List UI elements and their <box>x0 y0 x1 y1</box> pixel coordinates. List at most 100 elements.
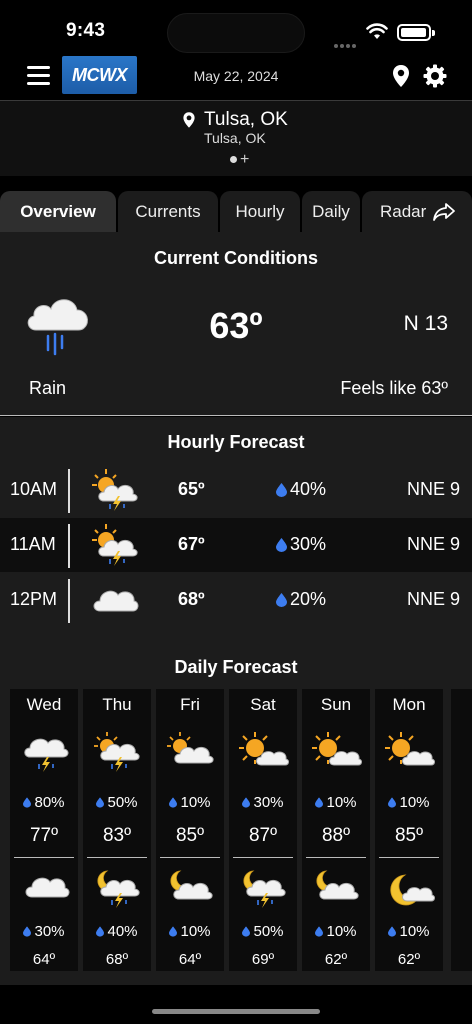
raindrop-icon <box>169 926 178 937</box>
hourly-precip: 40% <box>276 479 326 500</box>
day-high-temp: 88º <box>321 825 351 846</box>
tab-daily[interactable]: Daily <box>302 191 360 233</box>
hourly-forecast-panel[interactable]: Hourly Forecast 10AM 65º 40% NNE 9 11AM … <box>0 417 472 639</box>
location-bar[interactable]: Tulsa, OK Tulsa, OK + <box>0 100 472 176</box>
night-precip: 10% <box>375 923 443 940</box>
raindrop-icon <box>276 537 287 552</box>
daily-column-sat[interactable]: Sat 30% 87º 50% 69º <box>229 689 297 971</box>
day-low-temp: 69º <box>251 951 275 968</box>
cloud-icon <box>93 590 139 612</box>
divider <box>14 857 74 858</box>
day-precip: 80% <box>10 794 78 811</box>
day-precip: 10% <box>375 794 443 811</box>
day-precip: 30% <box>229 794 297 811</box>
home-indicator[interactable] <box>152 1009 320 1014</box>
day-high-temp: 85º <box>175 825 205 846</box>
tab-overview[interactable]: Overview <box>0 191 116 233</box>
current-wind: N 13 <box>403 312 448 335</box>
sun-cloud-storm-icon <box>92 469 138 511</box>
night-precip: 10% <box>302 923 370 940</box>
tab-currents[interactable]: Currents <box>118 191 218 233</box>
hourly-row[interactable]: 11AM 67º 30% NNE 9 <box>0 518 472 572</box>
day-low-temp: 62º <box>324 951 348 968</box>
current-conditions-panel[interactable]: Current Conditions 63º N 13 Rain Feels l… <box>0 232 472 416</box>
current-temperature: 63º <box>209 305 263 346</box>
day-low-temp: 68º <box>105 951 129 968</box>
day-precip-value: 80% <box>34 794 65 811</box>
feels-like: Feels like 63º <box>340 378 448 398</box>
night-precip: 50% <box>229 923 297 940</box>
moon-cloud-icon <box>170 870 213 900</box>
hourly-precip-value: 20% <box>290 589 327 609</box>
daily-column-partial <box>451 689 472 971</box>
divider <box>379 857 439 858</box>
day-precip: 10% <box>302 794 370 811</box>
hourly-row[interactable]: 10AM 65º 40% NNE 9 <box>0 463 472 517</box>
menu-icon[interactable] <box>27 66 50 86</box>
daily-column-mon[interactable]: Mon 10% 85º 10% 62º <box>375 689 443 971</box>
night-precip: 10% <box>156 923 224 940</box>
day-name: Fri <box>180 695 200 714</box>
day-low-temp: 64º <box>32 951 56 968</box>
night-precip-value: 40% <box>107 923 138 940</box>
daily-column-thu[interactable]: Thu 50% 83º 40% 68º <box>83 689 151 971</box>
day-precip: 50% <box>83 794 151 811</box>
cellular-signal-icon <box>334 35 358 53</box>
hourly-precip-value: 30% <box>290 534 327 554</box>
raindrop-icon <box>276 592 287 607</box>
daily-column-fri[interactable]: Fri 10% 85º 10% 64º <box>156 689 224 971</box>
hourly-temp: 67º <box>178 534 205 554</box>
moon-cloud-storm-icon <box>243 870 286 908</box>
divider <box>68 579 70 623</box>
day-low-temp: 64º <box>178 951 202 968</box>
app-logo[interactable]: MCWX <box>62 56 137 94</box>
daily-forecast-panel[interactable]: Daily Forecast Wed 80% 77º 30% 64º Thu 50% 83º 4… <box>0 639 472 985</box>
location-city: Tulsa, OK <box>204 109 288 130</box>
day-precip: 10% <box>156 794 224 811</box>
day-low-temp: 62º <box>397 951 421 968</box>
daily-column-wed[interactable]: Wed 80% 77º 30% 64º <box>10 689 78 971</box>
page-dot[interactable] <box>230 156 237 164</box>
status-bar: 9:43 <box>0 0 472 54</box>
hourly-precip-value: 40% <box>290 479 327 499</box>
raindrop-icon <box>315 797 324 808</box>
hourly-time: 10AM <box>10 479 58 499</box>
daily-column-sun[interactable]: Sun 10% 88º 10% 62º <box>302 689 370 971</box>
gear-icon[interactable] <box>423 64 447 88</box>
day-name: Sun <box>320 695 352 714</box>
hourly-row[interactable]: 12PM 68º 20% NNE 9 <box>0 573 472 627</box>
tab-radar-label: Radar <box>380 202 427 221</box>
hourly-wind: NNE 9 <box>406 534 460 554</box>
moon-cloud-icon <box>390 874 435 906</box>
night-precip: 30% <box>10 923 78 940</box>
day-high-temp: 85º <box>394 825 424 846</box>
night-precip-value: 50% <box>253 923 284 940</box>
day-high-temp: 87º <box>248 825 278 846</box>
raindrop-icon <box>96 797 105 808</box>
tab-bar: Overview Currents Hourly Daily Radar <box>0 186 472 233</box>
current-condition: Rain <box>29 378 67 398</box>
night-precip: 40% <box>83 923 151 940</box>
tab-radar[interactable]: Radar <box>362 191 472 233</box>
night-precip-value: 10% <box>326 923 357 940</box>
hourly-time: 11AM <box>10 534 56 554</box>
divider <box>68 469 70 513</box>
hourly-temp: 68º <box>178 589 205 609</box>
current-conditions-title: Current Conditions <box>154 248 318 268</box>
battery-icon <box>397 24 435 41</box>
moon-cloud-storm-icon <box>97 870 140 908</box>
divider <box>160 857 220 858</box>
hourly-precip: 20% <box>276 589 326 610</box>
sun-cloud-storm-icon <box>92 524 138 566</box>
location-pin-icon[interactable] <box>391 64 411 88</box>
add-location-button[interactable]: + <box>240 151 249 168</box>
wifi-icon <box>366 23 388 39</box>
hourly-wind: NNE 9 <box>406 479 460 499</box>
app-header: MCWX May 22, 2024 <box>0 54 472 100</box>
tab-hourly[interactable]: Hourly <box>220 191 300 233</box>
hourly-temp: 65º <box>178 479 205 499</box>
sun-cloud-icon <box>312 732 362 766</box>
dynamic-island <box>167 13 305 53</box>
location-pager[interactable]: + <box>230 151 249 169</box>
raindrop-icon <box>276 482 287 497</box>
